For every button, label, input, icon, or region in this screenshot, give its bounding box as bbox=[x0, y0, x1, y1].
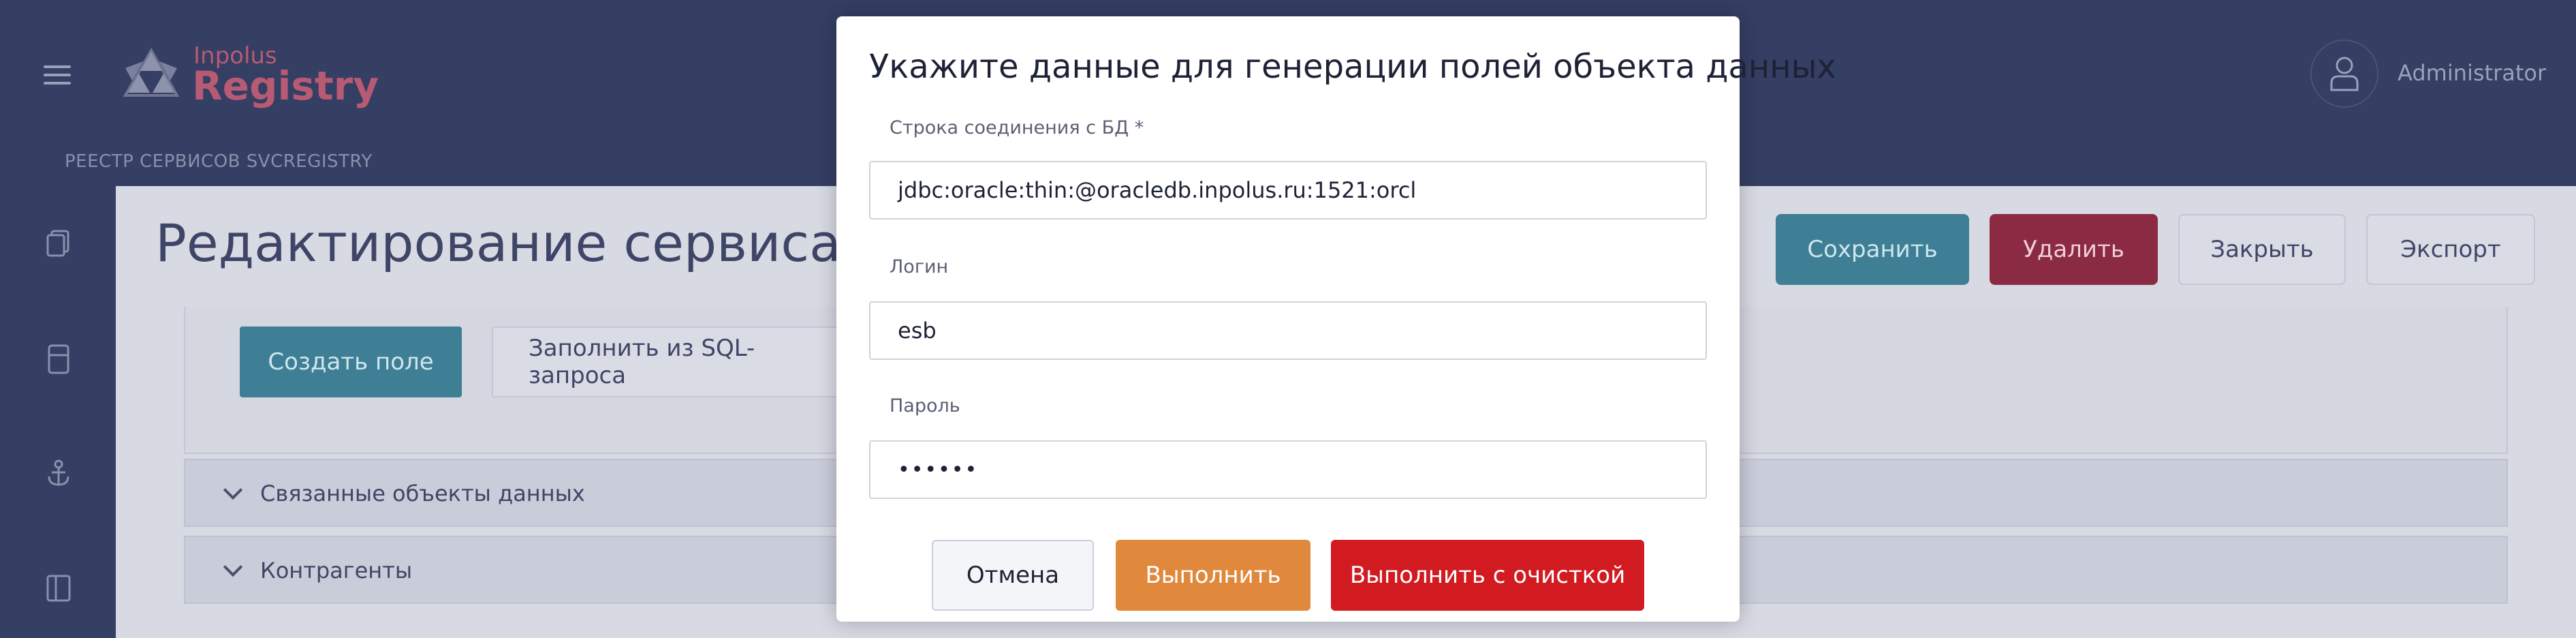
avatar[interactable] bbox=[2310, 40, 2378, 108]
execute-with-clear-button[interactable]: Выполнить с очисткой bbox=[1331, 540, 1644, 611]
login-input[interactable]: esb bbox=[869, 301, 1707, 360]
page-title: Редактирование сервиса « bbox=[155, 213, 890, 273]
database-icon[interactable] bbox=[42, 343, 75, 376]
sidebar-toggle-icon[interactable] bbox=[42, 572, 75, 605]
connection-string-input[interactable]: jdbc:oracle:thin:@oracledb.inpolus.ru:15… bbox=[869, 161, 1707, 219]
menu-icon[interactable] bbox=[44, 65, 71, 85]
login-label: Логин bbox=[890, 256, 949, 277]
chevron-down-icon bbox=[223, 480, 243, 500]
fill-from-sql-button[interactable]: Заполнить из SQL-запроса bbox=[492, 326, 846, 397]
save-button[interactable]: Сохранить bbox=[1776, 214, 1969, 285]
create-field-button[interactable]: Создать поле bbox=[240, 326, 462, 397]
cancel-button[interactable]: Отмена bbox=[932, 540, 1094, 611]
documents-icon[interactable] bbox=[42, 227, 75, 260]
execute-button[interactable]: Выполнить bbox=[1116, 540, 1310, 611]
accordion-label: Связанные объекты данных bbox=[260, 481, 585, 506]
chevron-down-icon bbox=[223, 557, 243, 577]
accordion-label: Контрагенты bbox=[260, 558, 413, 583]
delete-button[interactable]: Удалить bbox=[1990, 214, 2158, 285]
logo-icon bbox=[123, 48, 180, 97]
user-name[interactable]: Administrator bbox=[2398, 60, 2546, 86]
breadcrumb[interactable]: РЕЕСТР СЕРВИСОВ SVCREGISTRY bbox=[65, 151, 373, 172]
anchor-icon[interactable] bbox=[42, 457, 75, 490]
close-button[interactable]: Закрыть bbox=[2178, 214, 2346, 285]
dialog-title: Укажите данные для генерации полей объек… bbox=[869, 48, 1836, 86]
sidebar bbox=[0, 186, 116, 638]
generate-fields-dialog: Укажите данные для генерации полей объек… bbox=[836, 16, 1836, 622]
export-button[interactable]: Экспорт bbox=[2366, 214, 2535, 285]
password-input[interactable]: •••••• bbox=[869, 440, 1707, 499]
user-icon bbox=[2330, 57, 2359, 91]
brand-name: Registry bbox=[192, 63, 379, 109]
password-label: Пароль bbox=[890, 395, 960, 416]
connection-string-label: Строка соединения с БД * bbox=[890, 117, 1144, 138]
